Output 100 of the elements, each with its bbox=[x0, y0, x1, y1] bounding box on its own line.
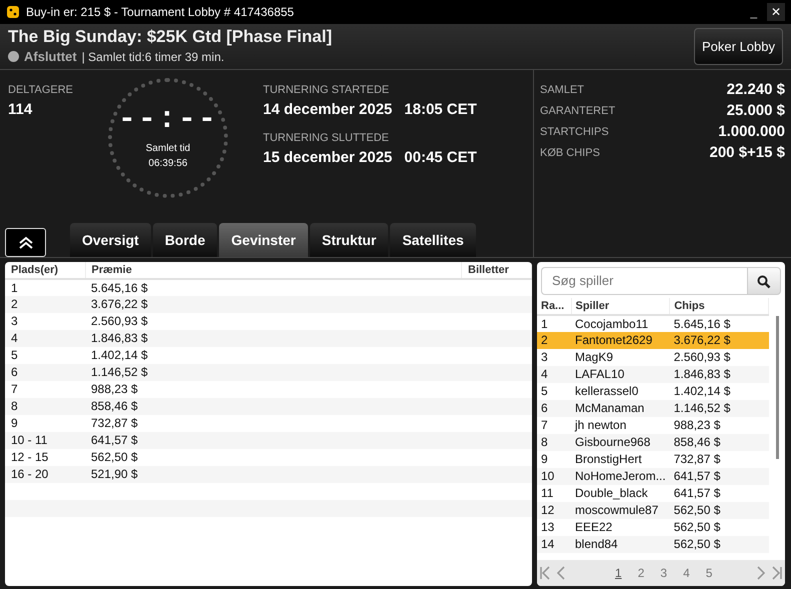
scrollbar[interactable] bbox=[776, 316, 778, 459]
table-cell: 732,87 $ bbox=[85, 415, 462, 432]
page-link[interactable]: 2 bbox=[632, 564, 650, 582]
date-label: TURNERING SLUTTEDE bbox=[263, 131, 390, 146]
table-cell: 562,50 $ bbox=[85, 449, 462, 466]
table-cell: 2 bbox=[5, 296, 85, 313]
time-value: 00:45 CET bbox=[404, 148, 477, 168]
table-cell: 13 bbox=[537, 519, 571, 536]
table-cell: 1 bbox=[5, 279, 85, 296]
table-cell: 11 bbox=[537, 485, 571, 502]
table-cell: 2.560,93 $ bbox=[670, 349, 768, 366]
app-logo-icon bbox=[6, 5, 20, 19]
minimize-button[interactable]: _ bbox=[746, 3, 761, 21]
tab[interactable]: Satellites bbox=[390, 223, 476, 257]
tab[interactable]: Gevinster bbox=[219, 223, 308, 257]
table-cell: 12 - 15 bbox=[5, 449, 85, 466]
table-cell: 9 bbox=[537, 451, 571, 468]
table-cell: 1.402,14 $ bbox=[670, 383, 768, 400]
table-cell: 641,57 $ bbox=[85, 432, 462, 449]
tournament-title: The Big Sunday: $25K Gtd [Phase Final] bbox=[8, 26, 333, 47]
table-cell: 521,90 $ bbox=[85, 466, 462, 483]
table-cell: moscowmule87 bbox=[571, 502, 670, 519]
stat-value: 25.000 $ bbox=[726, 101, 785, 122]
table-cell: MagK9 bbox=[571, 349, 670, 366]
participants-label: DELTAGERE bbox=[8, 83, 74, 98]
table-cell: 1.146,52 $ bbox=[85, 364, 462, 381]
close-button[interactable]: ✕ bbox=[767, 3, 785, 21]
participants-value: 114 bbox=[8, 100, 34, 120]
table-cell: kellerassel0 bbox=[571, 383, 670, 400]
table-cell: 12 bbox=[537, 502, 571, 519]
search-button[interactable] bbox=[747, 267, 781, 295]
stat-label: KØB CHIPS bbox=[540, 146, 600, 162]
table-cell: 3.676,22 $ bbox=[670, 332, 768, 349]
table-cell: 3 bbox=[5, 313, 85, 330]
table-cell: McManaman bbox=[571, 400, 670, 417]
table-cell: 2 bbox=[537, 332, 571, 349]
column-header: Plads(er) bbox=[5, 262, 85, 279]
table-cell: 9 bbox=[5, 415, 85, 432]
table-cell: 641,57 $ bbox=[670, 485, 768, 502]
time-value: 18:05 CET bbox=[404, 100, 477, 120]
table-cell: 1.402,14 $ bbox=[85, 347, 462, 364]
tab[interactable]: Borde bbox=[152, 223, 218, 257]
table-cell: jh newton bbox=[571, 417, 670, 434]
search-field[interactable]: Søg spiller bbox=[541, 267, 747, 295]
page-link[interactable]: 1 bbox=[609, 564, 628, 582]
stat-value: 1.000.000 bbox=[718, 122, 785, 142]
last-page-icon[interactable] bbox=[771, 566, 783, 580]
tab[interactable]: Oversigt bbox=[70, 223, 151, 257]
table-cell: 14 bbox=[537, 536, 571, 553]
poker-lobby-button[interactable]: Poker Lobby bbox=[694, 28, 783, 66]
table-cell: EEE22 bbox=[571, 519, 670, 536]
date-value: 15 december 2025 bbox=[263, 148, 392, 168]
table-cell: 732,87 $ bbox=[670, 451, 768, 468]
page-link[interactable]: 4 bbox=[677, 564, 696, 582]
table-cell: 16 - 20 bbox=[5, 466, 85, 483]
page-link[interactable]: 3 bbox=[654, 564, 674, 582]
duration-text: | Samlet tid:6 timer 39 min. bbox=[82, 48, 224, 66]
table-cell: 3.676,22 $ bbox=[85, 296, 462, 313]
table-cell: Cocojambo11 bbox=[571, 315, 670, 332]
page-link[interactable]: 5 bbox=[700, 564, 718, 582]
table-cell: 5.645,16 $ bbox=[670, 315, 768, 332]
table-cell: 7 bbox=[537, 417, 571, 434]
table-cell: 6 bbox=[5, 364, 85, 381]
column-header: Chips bbox=[670, 298, 768, 315]
previous-page-icon[interactable] bbox=[555, 566, 567, 580]
table-cell: 1.846,83 $ bbox=[85, 330, 462, 347]
table-cell: 562,50 $ bbox=[670, 519, 768, 536]
collapse-button[interactable] bbox=[5, 228, 46, 257]
table-cell: 3 bbox=[537, 349, 571, 366]
table-cell: 6 bbox=[537, 400, 571, 417]
table-cell: 1.146,52 $ bbox=[670, 400, 768, 417]
table-cell: 10 bbox=[537, 468, 571, 485]
table-cell: 988,23 $ bbox=[670, 417, 768, 434]
table-cell: 5 bbox=[5, 347, 85, 364]
first-page-icon[interactable] bbox=[539, 566, 551, 580]
table-cell: 10 - 11 bbox=[5, 432, 85, 449]
table-cell: 7 bbox=[5, 381, 85, 398]
clock-label: Samlet tid bbox=[146, 142, 190, 156]
table-cell: 5.645,16 $ bbox=[85, 279, 462, 296]
table-cell: 858,46 $ bbox=[670, 434, 768, 451]
stat-label: SAMLET bbox=[540, 83, 584, 98]
table-cell: 988,23 $ bbox=[85, 381, 462, 398]
table-cell: 641,57 $ bbox=[670, 468, 768, 485]
column-header: Billetter bbox=[462, 262, 532, 279]
table-cell: Gisbourne968 bbox=[571, 434, 670, 451]
status-label: Afsluttet bbox=[24, 48, 77, 66]
date-label: TURNERING STARTEDE bbox=[263, 83, 390, 98]
table-cell: blend84 bbox=[571, 536, 670, 553]
table-cell: 4 bbox=[5, 330, 85, 347]
stat-value: 200 $+15 $ bbox=[710, 143, 785, 164]
table-cell: BronstigHert bbox=[571, 451, 670, 468]
table-cell: Double_black bbox=[571, 485, 670, 502]
clock-display: --:-- bbox=[118, 105, 218, 135]
stat-value: 22.240 $ bbox=[726, 80, 785, 100]
clock-time: 06:39:56 bbox=[148, 157, 188, 171]
table-cell: 8 bbox=[537, 434, 571, 451]
chevrons-up-icon bbox=[18, 236, 34, 250]
tab[interactable]: Struktur bbox=[310, 223, 388, 257]
next-page-icon[interactable] bbox=[755, 566, 767, 580]
table-cell: Fantomet2629 bbox=[571, 332, 670, 349]
